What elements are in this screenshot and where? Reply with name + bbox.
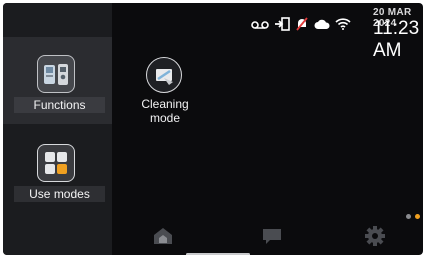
- grid-modes-icon: [37, 144, 75, 182]
- message-icon: [259, 229, 285, 253]
- sidebar-item-label: Functions: [14, 97, 105, 113]
- device-screen: Functions Use modes 20 MAR 2024 11:23 AM…: [3, 3, 423, 255]
- home-button[interactable]: [150, 223, 176, 249]
- settings-button[interactable]: [362, 223, 388, 249]
- wifi-icon: [335, 17, 351, 35]
- page-indicator: [406, 214, 420, 219]
- cleaning-wipe-icon: [146, 57, 182, 93]
- door-exit-icon: [274, 16, 290, 36]
- messages-button[interactable]: [259, 223, 285, 249]
- cloud-icon: [314, 17, 330, 35]
- status-time: 11:23 AM: [373, 18, 420, 61]
- settings-gear-icon: [362, 226, 388, 253]
- sidebar-item-label: Use modes: [14, 186, 105, 202]
- home-icon: [150, 228, 176, 253]
- page-dot: [406, 214, 411, 219]
- tile-cleaning-mode[interactable]: Cleaning mode: [138, 53, 192, 131]
- home-indicator-bar[interactable]: [186, 253, 250, 255]
- sidebar-item-functions[interactable]: Functions: [3, 37, 112, 124]
- sidebar: Functions Use modes: [3, 3, 112, 255]
- status-bar: 20 MAR 2024 11:23 AM: [123, 3, 423, 61]
- tile-label: Cleaning mode: [141, 97, 189, 125]
- page-dot-active: [415, 214, 420, 219]
- bell-muted-icon: [295, 16, 309, 36]
- sidebar-item-use-modes[interactable]: Use modes: [3, 126, 112, 213]
- intercom-devices-icon: [37, 55, 75, 93]
- status-icons: [251, 16, 351, 36]
- voicemail-icon: [251, 17, 269, 35]
